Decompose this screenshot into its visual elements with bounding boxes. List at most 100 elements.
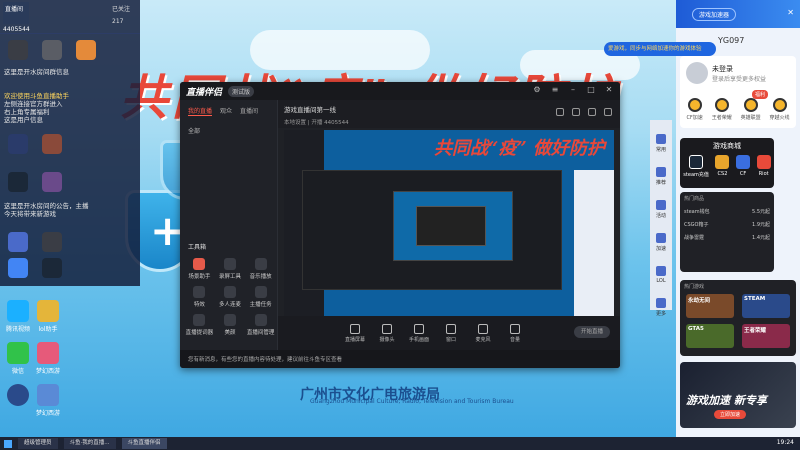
steam-icon[interactable] <box>8 172 28 192</box>
feature-item[interactable]: 王者荣耀 <box>712 98 732 121</box>
game-tile[interactable]: 王者荣耀 <box>742 324 790 348</box>
tool-item[interactable]: 录屏工具 <box>215 258 246 280</box>
desktop-icon[interactable]: 腾讯视频 <box>2 300 34 333</box>
scene-filter[interactable]: 全部 <box>180 122 277 139</box>
game-tile[interactable]: GTA5 <box>686 324 734 348</box>
app-icon[interactable] <box>42 134 62 154</box>
close-icon[interactable]: ✕ <box>787 8 794 17</box>
app-icon[interactable] <box>8 40 28 60</box>
game-tile[interactable]: 永劫无间 <box>686 294 734 318</box>
desktop-icon[interactable]: 梦幻西游 <box>32 384 64 417</box>
chat-app-row <box>8 172 128 192</box>
user-card[interactable]: 未登录 登录后享受更多权益 福利 CF加速 王者荣耀 英雄联盟 穿越火线 <box>680 56 796 128</box>
tool-icon <box>193 258 206 270</box>
stream-preview[interactable]: 共同战“疫” 做好防护 <box>284 130 614 316</box>
flag-icon <box>656 200 666 210</box>
tool-item[interactable]: 音乐播放 <box>245 258 276 280</box>
app-icon[interactable] <box>42 172 62 192</box>
close-icon[interactable]: ✕ <box>604 85 614 95</box>
store-item[interactable]: CS2 <box>715 155 730 178</box>
toolbox-title: 工具箱 <box>188 244 207 251</box>
riot-icon <box>756 155 771 169</box>
gift-icon[interactable] <box>556 108 564 116</box>
app-icon <box>7 342 29 364</box>
subscribe-label[interactable]: 已关注 <box>112 4 130 13</box>
notification-bar[interactable]: 您有新消息，有些您的直播内容待处理，建议前往斗鱼专区查看 <box>180 350 620 368</box>
app-icon[interactable] <box>76 40 96 60</box>
desktop-icon[interactable]: 微信 <box>2 342 34 375</box>
desktop-icon[interactable]: 梦幻西游 <box>32 342 64 375</box>
steam-icon[interactable] <box>42 258 62 278</box>
source-button[interactable]: 窗口 <box>440 323 462 343</box>
source-button[interactable]: 音量 <box>504 323 526 343</box>
promo-button[interactable]: 立即加速 <box>714 410 747 419</box>
tab-audience[interactable]: 观众 <box>220 106 232 116</box>
source-button[interactable]: 手机画面 <box>408 323 430 343</box>
maximize-icon[interactable]: □ <box>586 85 596 95</box>
sidebar-item[interactable]: 推荐 <box>650 167 672 186</box>
game-tile[interactable]: STEAM <box>742 294 790 318</box>
list-item[interactable]: 战争雷霆 1.4元起 <box>680 231 774 244</box>
settings-icon[interactable]: ⚙ <box>532 85 542 95</box>
start-live-button[interactable]: 开始直播 <box>574 326 610 338</box>
desktop-icon[interactable]: lol助手 <box>32 300 64 333</box>
list-item[interactable]: CSGO箱子 1.9元起 <box>680 218 774 231</box>
store-item[interactable]: Riot <box>756 155 771 178</box>
settings-icon[interactable] <box>604 108 612 116</box>
tab-my-live[interactable]: 我的直播 <box>188 106 213 116</box>
share-icon[interactable] <box>588 108 596 116</box>
app-icon[interactable] <box>42 232 62 252</box>
minimize-icon[interactable]: – <box>568 85 578 95</box>
desktop-icon[interactable] <box>2 384 34 408</box>
accelerator-button[interactable]: 游戏加速器 <box>692 7 737 21</box>
room-label: 直播间 <box>3 2 29 24</box>
list-item[interactable]: steam钱包 5.5元起 <box>680 205 774 218</box>
taskbar-item[interactable]: 超级管理员 <box>18 438 58 449</box>
tool-icon <box>193 314 206 326</box>
hot-games: 热门游戏 永劫无间 STEAM GTA5 王者荣耀 <box>680 280 796 356</box>
source-button[interactable]: 摄像头 <box>376 323 398 343</box>
chrome-icon[interactable] <box>8 258 28 278</box>
tool-item[interactable]: 多人连麦 <box>215 286 246 308</box>
app-icon[interactable] <box>8 232 28 252</box>
store-item[interactable]: CF <box>736 155 751 178</box>
clock[interactable]: 19:24 <box>777 439 794 446</box>
sidebar-item[interactable]: 更多 <box>650 298 672 317</box>
game-store: 游戏商城 steam充值 CS2 CF Riot <box>680 138 774 188</box>
tool-item[interactable]: 美颜 <box>215 314 246 336</box>
tool-item[interactable]: 主播任务 <box>245 286 276 308</box>
source-button[interactable]: 直播屏幕 <box>344 323 366 343</box>
app-icon[interactable] <box>8 134 28 154</box>
taskbar-item[interactable]: 斗鱼直播伴侣 <box>121 438 167 449</box>
chat-message: 欢迎使用斗鱼直播助手 <box>4 92 69 100</box>
tool-item[interactable]: 直播间管理 <box>245 314 276 336</box>
tab-room[interactable]: 直播间 <box>240 106 258 116</box>
chat-icon[interactable] <box>572 108 580 116</box>
tool-icon <box>223 286 236 298</box>
start-icon[interactable] <box>4 439 12 448</box>
avatar[interactable] <box>686 62 708 84</box>
taskbar-item[interactable]: 斗鱼·我的直播... <box>63 438 116 449</box>
tool-item[interactable]: 特效 <box>184 286 215 308</box>
app-icon <box>37 300 59 322</box>
tool-item[interactable]: 场景助手 <box>184 258 215 280</box>
tool-item[interactable]: 直播提词器 <box>184 314 215 336</box>
chat-message: 左侧连接官方群进入 <box>4 100 63 108</box>
store-items: steam充值 CS2 CF Riot <box>680 155 774 178</box>
app-icon <box>37 384 59 406</box>
menu-icon[interactable]: ≡ <box>550 85 560 95</box>
app-icon[interactable] <box>42 40 62 60</box>
feature-item[interactable]: 英雄联盟 <box>741 98 761 121</box>
feature-item[interactable]: 穿越火线 <box>770 98 790 121</box>
store-item[interactable]: steam充值 <box>683 155 709 178</box>
source-button[interactable]: 麦克风 <box>472 323 494 343</box>
user-name[interactable]: 未登录 <box>712 64 733 74</box>
sidebar-item[interactable]: 加速 <box>650 233 672 252</box>
feature-item[interactable]: CF加速 <box>686 98 703 121</box>
notice-pill[interactable]: 爱游戏，同步与网络加速你的游戏体验 <box>604 42 716 56</box>
star-icon <box>656 134 666 144</box>
sidebar-item[interactable]: 活动 <box>650 200 672 219</box>
sidebar-item[interactable]: 常用 <box>650 134 672 153</box>
promo-banner[interactable]: 游戏加速 新专享 立即加速 <box>680 362 796 428</box>
sidebar-item[interactable]: LOL <box>650 266 672 284</box>
